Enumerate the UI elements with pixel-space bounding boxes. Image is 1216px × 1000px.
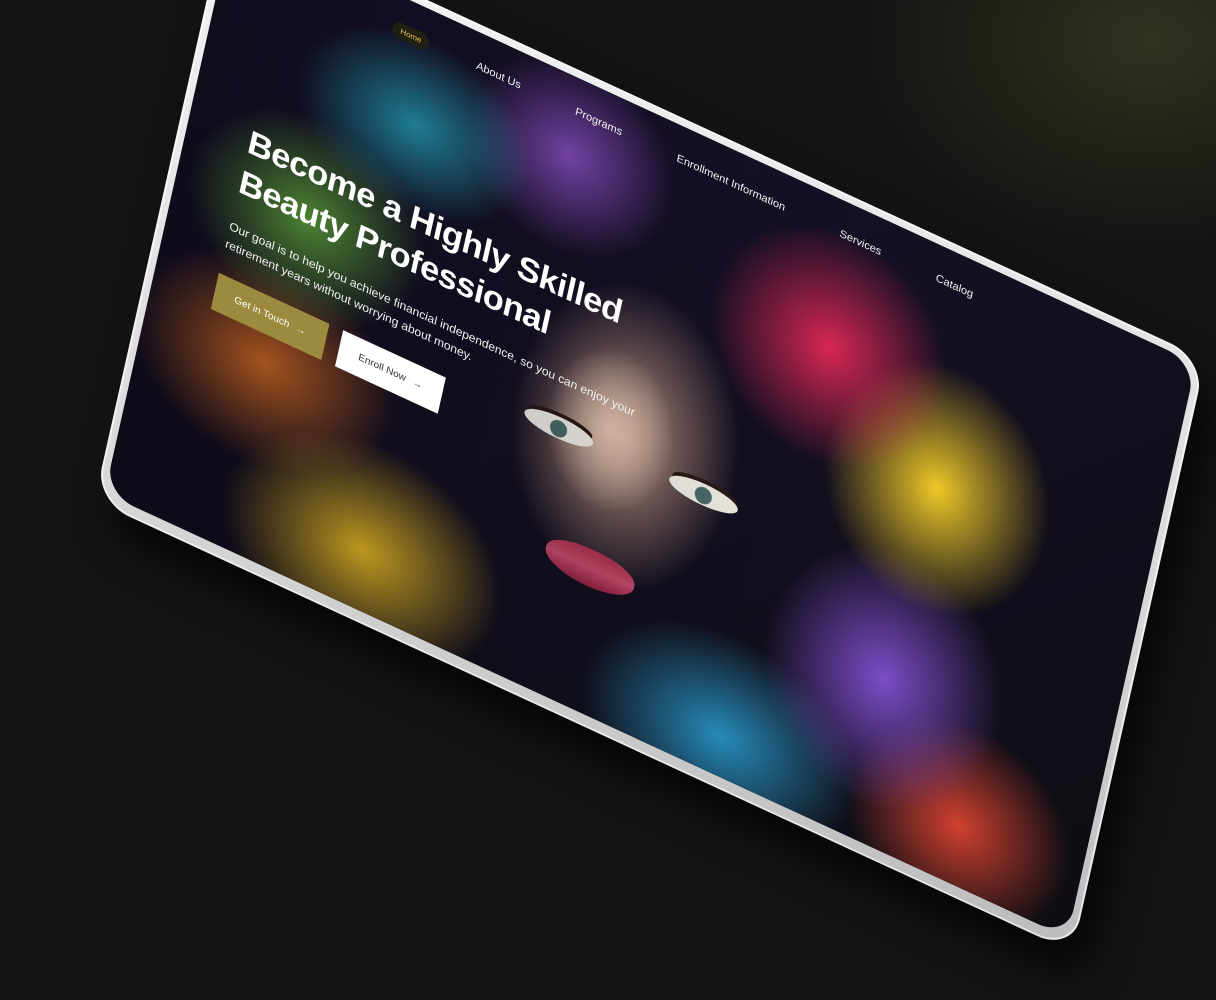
nav-item-home[interactable]: Home	[391, 19, 432, 52]
tablet-device-frame: Home About Us Programs Enrollment Inform…	[94, 0, 1206, 953]
lips	[541, 529, 638, 606]
nav-item-programs[interactable]: Programs	[565, 98, 631, 145]
nav-item-catalog[interactable]: Catalog	[926, 265, 983, 308]
enroll-now-label: Enroll Now	[357, 352, 407, 385]
showcase-scene: Home About Us Programs Enrollment Inform…	[0, 0, 1216, 1000]
website-screen: Home About Us Programs Enrollment Inform…	[104, 0, 1197, 938]
arrow-right-icon: →	[411, 377, 424, 393]
nav-item-about-us[interactable]: About Us	[466, 53, 530, 99]
arrow-right-icon: →	[294, 323, 307, 339]
nav-item-services[interactable]: Services	[830, 221, 891, 266]
